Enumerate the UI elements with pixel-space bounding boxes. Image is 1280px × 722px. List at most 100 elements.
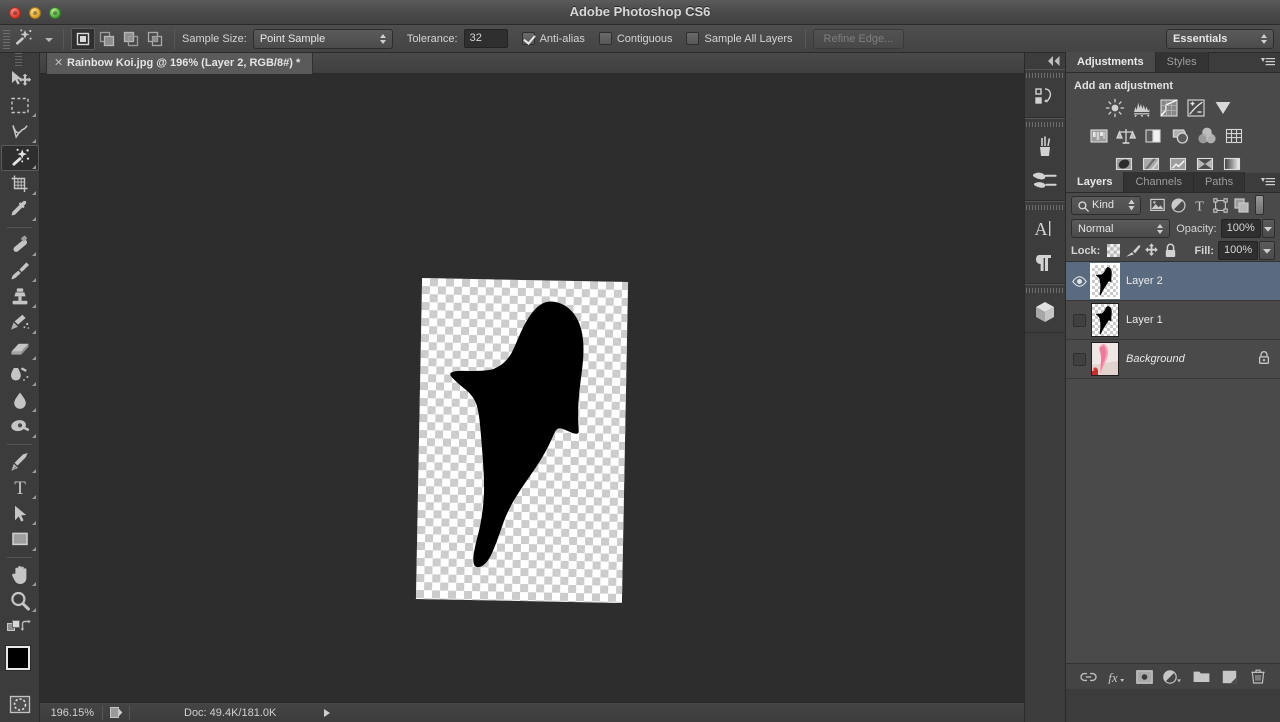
collapse-to-icons-icon[interactable] (1025, 53, 1065, 69)
link-layers-icon[interactable] (1078, 667, 1098, 687)
gradient-tool[interactable] (1, 362, 39, 388)
clone-stamp-tool[interactable] (1, 284, 39, 310)
history-brush-tool[interactable] (1, 310, 39, 336)
channel-mixer-icon[interactable] (1195, 125, 1218, 147)
move-tool[interactable] (1, 67, 39, 93)
opacity-slider-chevron-down-icon[interactable] (1262, 219, 1275, 238)
lock-image-pixels-icon[interactable] (1123, 242, 1142, 260)
table-row[interactable]: Layer 2 (1066, 262, 1280, 301)
fill-input[interactable]: 100% (1218, 241, 1258, 260)
vibrance-icon[interactable] (1211, 97, 1234, 119)
close-icon[interactable]: ✕ (54, 53, 63, 74)
tools-panel-grip[interactable] (0, 53, 39, 67)
path-selection-tool[interactable] (1, 501, 39, 527)
layer-visibility-toggle[interactable] (1066, 301, 1092, 340)
lasso-tool[interactable] (1, 119, 39, 145)
add-to-selection-button[interactable] (95, 28, 119, 50)
layers-empty-area[interactable] (1066, 379, 1280, 663)
layer-visibility-toggle[interactable] (1066, 262, 1092, 301)
document-thumbnail-icon[interactable] (103, 706, 129, 719)
edit-in-quick-mask-mode-button[interactable] (1, 692, 39, 718)
blend-mode-select[interactable]: Normal (1071, 219, 1170, 238)
sample-size-select[interactable]: Point Sample (253, 29, 393, 49)
brightness-contrast-icon[interactable] (1103, 97, 1126, 119)
layer-name[interactable]: Layer 2 (1126, 275, 1163, 287)
default-colors-icon[interactable] (7, 620, 21, 637)
color-balance-icon[interactable] (1114, 125, 1137, 147)
opacity-input[interactable]: 100% (1221, 219, 1261, 238)
color-lookup-icon[interactable] (1222, 125, 1245, 147)
black-white-icon[interactable] (1141, 125, 1164, 147)
history-icon[interactable] (1025, 80, 1065, 114)
refine-edge-button[interactable]: Refine Edge... (813, 29, 905, 49)
eraser-tool[interactable] (1, 336, 39, 362)
panel-grip[interactable] (1025, 202, 1065, 212)
document-tab[interactable]: ✕ Rainbow Koi.jpg @ 196% (Layer 2, RGB/8… (46, 53, 313, 74)
add-layer-style-icon[interactable]: fx (1106, 667, 1126, 687)
filter-shape-icon[interactable] (1210, 195, 1231, 215)
tab-styles[interactable]: Styles (1156, 52, 1209, 72)
artboard[interactable] (416, 278, 628, 603)
hue-saturation-icon[interactable] (1087, 125, 1110, 147)
character-icon[interactable]: A (1025, 212, 1065, 246)
change-screen-mode-button[interactable] (1, 718, 39, 722)
filter-toggle-icon[interactable] (1255, 195, 1264, 215)
exposure-icon[interactable] (1184, 97, 1207, 119)
panel-grip[interactable] (1025, 70, 1065, 80)
fill-slider-chevron-down-icon[interactable] (1259, 241, 1275, 260)
panel-menu-icon[interactable] (1261, 57, 1275, 69)
play-arrow-icon[interactable] (324, 709, 330, 717)
zoom-level[interactable]: 196.15% (40, 707, 102, 719)
horizontal-type-tool[interactable]: T (1, 475, 39, 501)
intersect-with-selection-button[interactable] (143, 28, 167, 50)
layer-thumbnail[interactable] (1092, 343, 1118, 375)
workspace-select[interactable]: Essentials (1166, 29, 1274, 49)
layer-visibility-toggle[interactable] (1066, 340, 1092, 379)
blur-tool[interactable] (1, 388, 39, 414)
dodge-tool[interactable] (1, 414, 39, 440)
paragraph-icon[interactable] (1025, 246, 1065, 280)
tab-adjustments[interactable]: Adjustments (1066, 52, 1156, 72)
curves-icon[interactable] (1157, 97, 1180, 119)
brush-tool[interactable] (1, 258, 39, 284)
sample-all-layers-checkbox[interactable] (686, 32, 699, 45)
tolerance-input[interactable]: 32 (464, 29, 508, 48)
brush-presets-icon[interactable] (1025, 129, 1065, 163)
contiguous-checkbox[interactable] (599, 32, 612, 45)
layer-thumbnail[interactable] (1092, 265, 1118, 297)
panel-grip[interactable] (1025, 285, 1065, 295)
lock-all-icon[interactable] (1161, 242, 1180, 260)
table-row[interactable]: Layer 1 (1066, 301, 1280, 340)
rectangular-marquee-tool[interactable] (1, 93, 39, 119)
new-fill-adjustment-layer-icon[interactable] (1163, 667, 1183, 687)
lock-transparent-pixels-icon[interactable] (1104, 242, 1123, 260)
pen-tool[interactable] (1, 449, 39, 475)
magic-wand-icon[interactable] (12, 27, 42, 51)
subtract-from-selection-button[interactable] (119, 28, 143, 50)
new-group-icon[interactable] (1191, 667, 1211, 687)
tab-channels[interactable]: Channels (1124, 172, 1193, 192)
photo-filter-icon[interactable] (1168, 125, 1191, 147)
magic-wand-tool[interactable] (1, 145, 39, 171)
brush-icon[interactable] (1025, 163, 1065, 197)
levels-icon[interactable] (1130, 97, 1153, 119)
delete-layer-icon[interactable] (1248, 667, 1268, 687)
filter-smart-object-icon[interactable] (1231, 195, 1252, 215)
add-layer-mask-icon[interactable] (1135, 667, 1155, 687)
table-row[interactable]: Background (1066, 340, 1280, 379)
anti-alias-checkbox[interactable] (522, 32, 535, 45)
crop-tool[interactable] (1, 171, 39, 197)
new-layer-icon[interactable] (1220, 667, 1240, 687)
spot-healing-brush-tool[interactable] (1, 232, 39, 258)
hand-tool[interactable] (1, 562, 39, 588)
lock-position-icon[interactable] (1142, 242, 1161, 260)
panel-menu-icon[interactable] (1261, 177, 1275, 189)
filter-kind-select[interactable]: Kind (1071, 196, 1141, 215)
layer-thumbnail[interactable] (1092, 304, 1118, 336)
rectangle-tool[interactable] (1, 527, 39, 553)
tool-preset-chevron-down-icon[interactable] (42, 28, 56, 50)
3d-cube-icon[interactable] (1025, 295, 1065, 329)
panel-grip[interactable] (1025, 119, 1065, 129)
filter-pixel-icon[interactable] (1147, 195, 1168, 215)
new-selection-button[interactable] (71, 28, 95, 50)
